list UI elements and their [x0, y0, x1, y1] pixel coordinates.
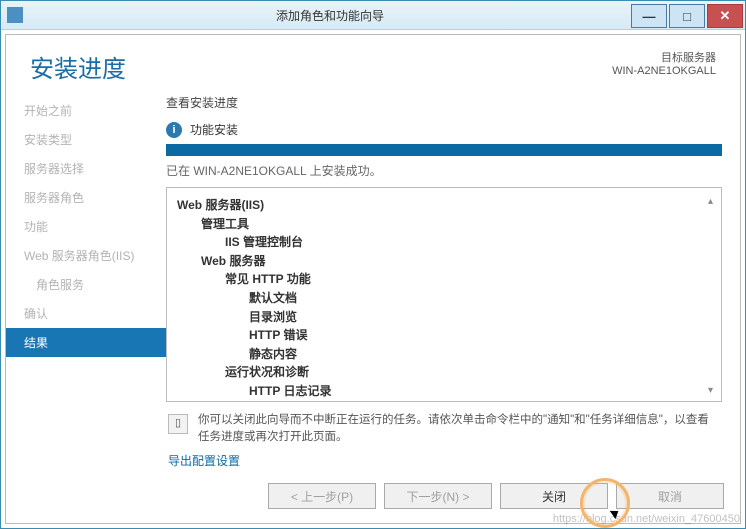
status-label: 功能安装	[190, 121, 238, 138]
header-row: 安装进度 目标服务器 WIN-A2NE1OKGALL	[6, 35, 740, 90]
cancel-button: 取消	[616, 483, 724, 509]
tree-item: 管理工具	[177, 215, 711, 234]
tree-item: HTTP 日志记录	[177, 382, 711, 401]
status-message: 已在 WIN-A2NE1OKGALL 上安装成功。	[166, 162, 722, 179]
window-close-button[interactable]: ✕	[707, 4, 743, 28]
sidebar-item-install-type: 安装类型	[6, 125, 166, 154]
sidebar-item-server-select: 服务器选择	[6, 154, 166, 183]
page-title: 安装进度	[30, 49, 126, 84]
maximize-button[interactable]: □	[669, 4, 705, 28]
target-value: WIN-A2NE1OKGALL	[612, 65, 716, 77]
wizard-body: 安装进度 目标服务器 WIN-A2NE1OKGALL 开始之前 安装类型 服务器…	[5, 34, 741, 524]
tree-item: Web 服务器(IIS)	[177, 196, 711, 215]
sidebar-item-role-services: 角色服务	[6, 270, 166, 299]
wizard-window: 添加角色和功能向导 — □ ✕ 安装进度 目标服务器 WIN-A2NE1OKGA…	[0, 0, 746, 529]
progress-bar	[166, 144, 722, 156]
export-settings-link[interactable]: 导出配置设置	[166, 452, 722, 473]
tree-item: 运行状况和诊断	[177, 363, 711, 382]
note-text: 你可以关闭此向导而不中断正在运行的任务。请依次单击命令栏中的"通知"和"任务详细…	[198, 412, 720, 447]
prev-button: < 上一步(P)	[268, 483, 376, 509]
scroll-up-icon[interactable]: ▴	[708, 194, 718, 206]
status-row: i 功能安装	[166, 121, 722, 138]
content-area: 查看安装进度 i 功能安装 已在 WIN-A2NE1OKGALL 上安装成功。 …	[166, 90, 740, 473]
note-row: ▯ 你可以关闭此向导而不中断正在运行的任务。请依次单击命令栏中的"通知"和"任务…	[166, 402, 722, 453]
minimize-button[interactable]: —	[631, 4, 667, 28]
content-subtitle: 查看安装进度	[166, 94, 722, 111]
tree-item: HTTP 错误	[177, 326, 711, 345]
sidebar-item-results[interactable]: 结果	[6, 328, 166, 357]
target-server: 目标服务器 WIN-A2NE1OKGALL	[612, 49, 716, 84]
sidebar-item-features: 功能	[6, 212, 166, 241]
tree-item: 默认文档	[177, 289, 711, 308]
sidebar-item-iis-role: Web 服务器角色(IIS)	[6, 241, 166, 270]
watermark: https://blog.csdn.net/weixin_47600450	[553, 513, 740, 525]
sidebar-item-confirm: 确认	[6, 299, 166, 328]
titlebar: 添加角色和功能向导 — □ ✕	[1, 1, 745, 30]
sidebar-item-server-roles: 服务器角色	[6, 183, 166, 212]
close-button[interactable]: 关闭	[500, 483, 608, 509]
tree-item: Web 服务器	[177, 252, 711, 271]
main-area: 开始之前 安装类型 服务器选择 服务器角色 功能 Web 服务器角色(IIS) …	[6, 90, 740, 473]
flag-icon: ▯	[168, 414, 188, 434]
next-button: 下一步(N) >	[384, 483, 492, 509]
scroll-down-icon[interactable]: ▾	[708, 383, 718, 395]
tree-item: 常见 HTTP 功能	[177, 270, 711, 289]
window-controls: — □ ✕	[631, 2, 745, 28]
app-icon	[7, 7, 23, 23]
sidebar-item-before: 开始之前	[6, 96, 166, 125]
target-label: 目标服务器	[612, 49, 716, 65]
tree-item: 目录浏览	[177, 308, 711, 327]
info-icon: i	[166, 122, 182, 138]
tree-item: 静态内容	[177, 345, 711, 364]
window-title: 添加角色和功能向导	[29, 7, 631, 24]
results-tree[interactable]: ▴ ▾ Web 服务器(IIS)管理工具IIS 管理控制台Web 服务器常见 H…	[166, 187, 722, 402]
sidebar: 开始之前 安装类型 服务器选择 服务器角色 功能 Web 服务器角色(IIS) …	[6, 90, 166, 473]
tree-item: IIS 管理控制台	[177, 233, 711, 252]
